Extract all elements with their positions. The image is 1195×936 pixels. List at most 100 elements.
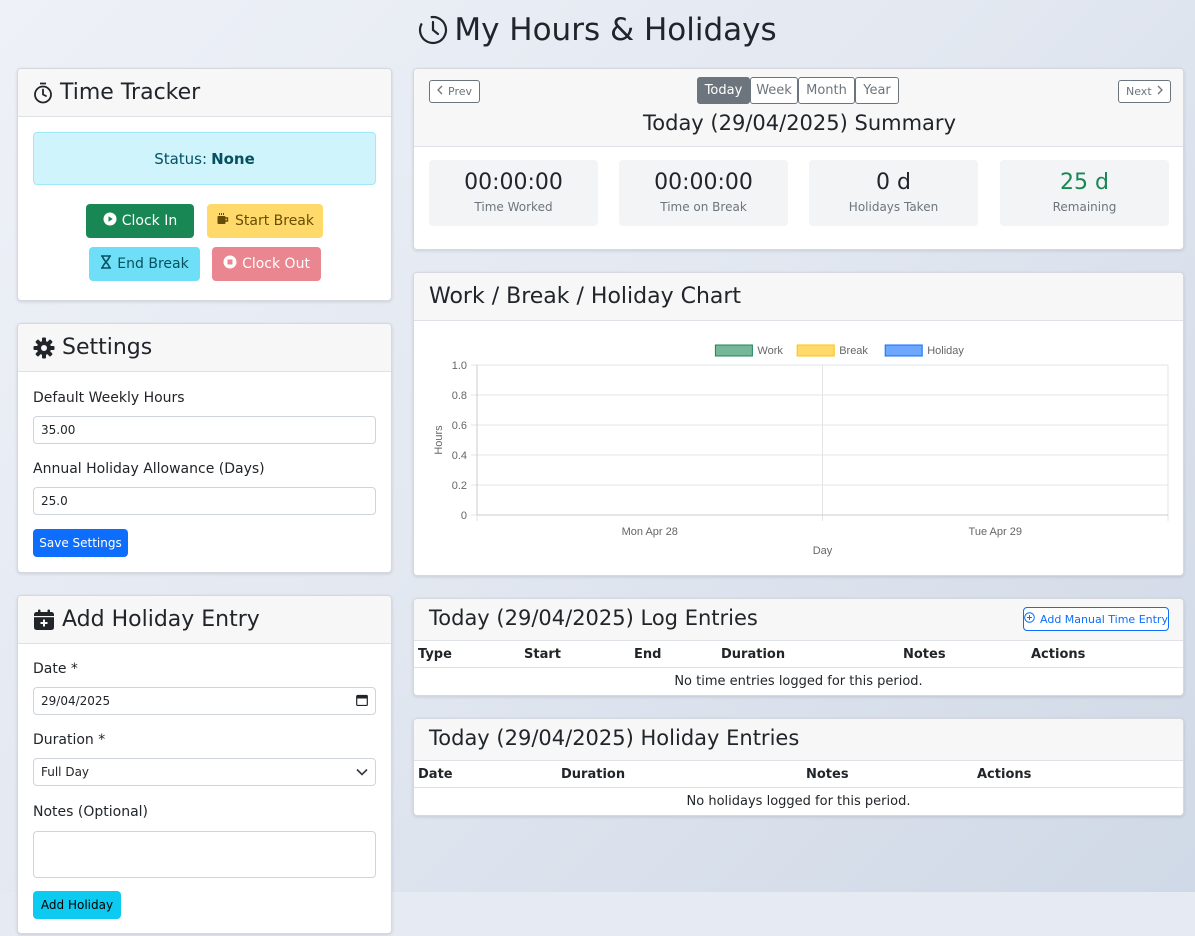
clock-in-button[interactable]: Clock In <box>86 204 194 238</box>
log-entries-title: Today (29/04/2025) Log Entries <box>429 606 758 630</box>
start-break-button[interactable]: Start Break <box>207 204 323 238</box>
table-header-row: Date Duration Notes Actions <box>414 760 1183 788</box>
prev-button[interactable]: Prev <box>429 80 480 103</box>
stat-value: 25 d <box>1060 170 1109 195</box>
log-entries-card: Today (29/04/2025) Log Entries Add Manua… <box>413 598 1184 696</box>
holiday-entries-table: Date Duration Notes Actions No holidays … <box>414 760 1183 815</box>
allowance-input[interactable]: 25.0 <box>33 487 376 515</box>
y-tick-label: 0.6 <box>452 420 467 432</box>
page-title: My Hours & Holidays <box>0 10 1195 55</box>
period-week-button[interactable]: Week <box>750 77 798 104</box>
settings-card: Settings Default Weekly Hours 35.00 Annu… <box>17 323 392 573</box>
legend-label: Work <box>757 345 783 357</box>
table-row: No time entries logged for this period. <box>414 668 1183 695</box>
date-value: 29/04/2025 <box>41 694 111 708</box>
x-axis-title: Day <box>813 545 833 557</box>
add-holiday-card: Add Holiday Entry Date * 29/04/2025 Dura… <box>17 595 392 934</box>
end-break-label: End Break <box>117 256 189 272</box>
date-label: Date * <box>33 661 78 677</box>
x-tick-label: Tue Apr 29 <box>969 526 1022 538</box>
stop-circle-icon <box>223 255 237 273</box>
page-title-text: My Hours & Holidays <box>454 12 777 48</box>
stat-value: 0 d <box>876 170 911 195</box>
column-header: Actions <box>973 760 1183 788</box>
add-manual-entry-label: Add Manual Time Entry <box>1040 612 1168 626</box>
status-label: Status: <box>154 149 208 168</box>
stopwatch-icon <box>33 82 53 104</box>
settings-title: Settings <box>62 335 153 360</box>
chart-card: Work / Break / Holiday Chart Work Break Ho… <box>413 272 1184 576</box>
weekly-hours-label: Default Weekly Hours <box>33 390 185 406</box>
legend-label: Break <box>839 345 868 357</box>
add-holiday-header: Add Holiday Entry <box>18 596 391 644</box>
gear-icon <box>33 337 55 359</box>
duration-value: Full Day <box>41 765 90 779</box>
y-axis-title: Hours <box>433 425 445 455</box>
notes-textarea[interactable] <box>33 831 376 878</box>
time-tracker-header: Time Tracker <box>18 69 391 117</box>
table-row: No holidays logged for this period. <box>414 788 1183 815</box>
add-manual-entry-button[interactable]: Add Manual Time Entry <box>1023 607 1169 631</box>
column-header: Duration <box>557 760 802 788</box>
holiday-entries-card: Today (29/04/2025) Holiday Entries Date … <box>413 718 1184 816</box>
work-break-holiday-chart: Work Break Holiday 1.0 0.8 0.6 0.4 0.2 0 Mon Apr … <box>433 344 1169 557</box>
stat-label: Remaining <box>1052 200 1117 214</box>
holiday-entries-title: Today (29/04/2025) Holiday Entries <box>429 726 800 750</box>
y-tick-label: 0.8 <box>452 390 467 402</box>
stat-time-worked: 00:00:00 Time Worked <box>429 160 598 226</box>
duration-select[interactable]: Full Day <box>33 758 376 786</box>
chart-title: Work / Break / Holiday Chart <box>429 284 742 309</box>
chevron-right-icon <box>1157 85 1163 98</box>
allowance-label: Annual Holiday Allowance (Days) <box>33 461 265 477</box>
column-header: End <box>630 640 717 668</box>
date-input[interactable]: 29/04/2025 <box>33 687 376 715</box>
y-tick-label: 1.0 <box>452 360 467 372</box>
prev-label: Prev <box>448 85 472 98</box>
chevron-left-icon <box>437 85 443 98</box>
column-header: Start <box>520 640 630 668</box>
stat-label: Time on Break <box>660 200 747 214</box>
status-alert: Status: None <box>33 132 376 185</box>
period-today-button[interactable]: Today <box>697 77 750 104</box>
column-header: Type <box>414 640 520 668</box>
y-tick-label: 0.4 <box>452 450 467 462</box>
column-header: Duration <box>717 640 899 668</box>
period-month-button[interactable]: Month <box>798 77 855 104</box>
duration-label: Duration * <box>33 732 106 748</box>
stat-label: Time Worked <box>474 200 553 214</box>
end-break-button[interactable]: End Break <box>89 247 200 281</box>
calendar-plus-icon <box>33 609 55 631</box>
empty-message: No time entries logged for this period. <box>674 673 923 689</box>
summary-card: Prev Today Week Month Year Next Today (2… <box>413 68 1184 250</box>
add-holiday-title: Add Holiday Entry <box>62 607 260 632</box>
time-tracker-title: Time Tracker <box>60 80 201 105</box>
clock-out-button[interactable]: Clock Out <box>212 247 321 281</box>
plus-circle-icon <box>1024 612 1035 626</box>
y-tick-label: 0 <box>461 510 467 522</box>
legend-label: Holiday <box>927 345 964 357</box>
column-header: Date <box>414 760 557 788</box>
empty-message: No holidays logged for this period. <box>686 793 911 809</box>
next-label: Next <box>1126 85 1152 98</box>
next-button[interactable]: Next <box>1118 80 1171 103</box>
stat-label: Holidays Taken <box>848 200 939 214</box>
legend-swatch <box>796 344 835 357</box>
chart-header: Work / Break / Holiday Chart <box>414 273 1183 321</box>
stat-value: 00:00:00 <box>464 170 563 195</box>
weekly-hours-input[interactable]: 35.00 <box>33 416 376 444</box>
chevron-down-icon <box>356 765 368 779</box>
stat-value: 00:00:00 <box>654 170 753 195</box>
calendar-picker-icon[interactable] <box>356 694 368 709</box>
log-entries-table: Type Start End Duration Notes Actions No… <box>414 640 1183 695</box>
clock-out-label: Clock Out <box>242 256 310 272</box>
notes-label: Notes (Optional) <box>33 804 149 820</box>
column-header: Notes <box>802 760 973 788</box>
stat-holidays-taken: 0 d Holidays Taken <box>809 160 978 226</box>
save-settings-button[interactable]: Save Settings <box>33 529 128 557</box>
column-header: Actions <box>1027 640 1183 668</box>
clock-in-label: Clock In <box>121 213 178 229</box>
add-holiday-button[interactable]: Add Holiday <box>33 891 121 919</box>
stat-remaining: 25 d Remaining <box>1000 160 1169 226</box>
column-header: Notes <box>899 640 1027 668</box>
period-year-button[interactable]: Year <box>855 77 899 104</box>
